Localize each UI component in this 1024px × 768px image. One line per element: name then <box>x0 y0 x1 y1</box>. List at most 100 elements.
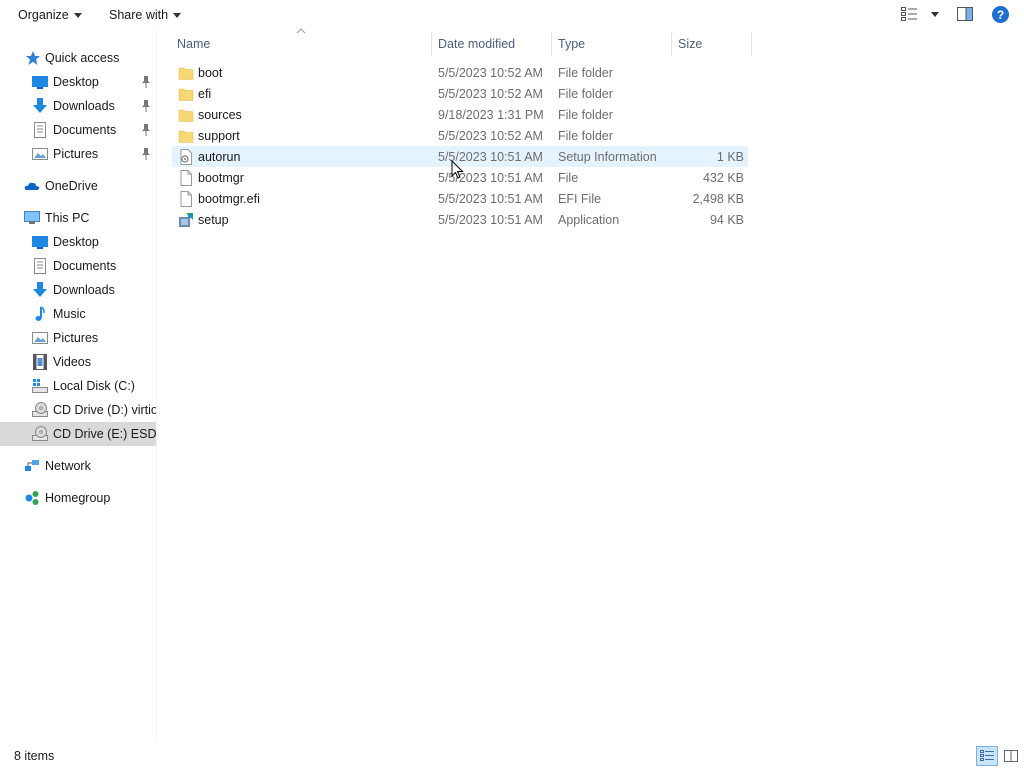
help-icon: ? <box>996 7 1005 22</box>
setup-info-icon <box>180 149 192 165</box>
nav-pc-cd-drive-d[interactable]: CD Drive (D:) virtio- <box>0 398 156 422</box>
nav-pc-downloads[interactable]: Downloads <box>0 278 156 302</box>
file-name: bootmgr.efi <box>198 191 260 206</box>
nav-quick-access[interactable]: Quick access <box>0 46 156 70</box>
file-date: 5/5/2023 10:52 AM <box>438 65 543 80</box>
file-type: EFI File <box>558 191 602 206</box>
file-date: 9/18/2023 1:31 PM <box>438 107 544 122</box>
pane-splitter[interactable] <box>156 30 157 742</box>
file-date: 5/5/2023 10:51 AM <box>438 191 543 206</box>
file-size: 94 KB <box>709 212 744 227</box>
file-row-setup[interactable]: setup 5/5/2023 10:51 AM Application 94 K… <box>172 209 748 230</box>
file-name: support <box>198 128 240 143</box>
file-name: autorun <box>198 149 241 164</box>
details-view-icon <box>901 7 917 21</box>
column-header-label: Name <box>177 37 211 51</box>
folder-icon <box>178 109 194 122</box>
nav-pc-videos[interactable]: Videos <box>0 350 156 374</box>
file-size: 432 KB <box>702 170 744 185</box>
nav-label: Network <box>45 459 91 473</box>
nav-quick-downloads[interactable]: Downloads <box>0 94 156 118</box>
file-size: 1 KB <box>716 149 744 164</box>
homegroup-icon <box>25 491 39 505</box>
chevron-down-icon[interactable] <box>931 12 939 17</box>
nav-label: Downloads <box>53 99 115 113</box>
nav-label: Downloads <box>53 283 115 297</box>
nav-label: Homegroup <box>45 491 111 505</box>
music-icon <box>35 306 45 321</box>
nav-label: Desktop <box>53 235 99 249</box>
folder-icon <box>178 130 194 143</box>
file-row-boot[interactable]: boot 5/5/2023 10:52 AM File folder <box>172 62 748 83</box>
column-header-label: Type <box>558 37 586 51</box>
file-date: 5/5/2023 10:52 AM <box>438 128 543 143</box>
share-with-label: Share with <box>109 8 169 22</box>
nav-quick-desktop[interactable]: Desktop <box>0 70 156 94</box>
navigation-pane: Quick access Desktop Downloads Documents <box>0 30 156 742</box>
nav-quick-documents[interactable]: Documents <box>0 118 156 142</box>
nav-label: Local Disk (C:) <box>53 379 135 393</box>
pin-icon[interactable] <box>141 99 151 113</box>
setup-app-icon <box>179 213 193 227</box>
file-icon <box>180 170 192 186</box>
file-row-support[interactable]: support 5/5/2023 10:52 AM File folder <box>172 125 748 146</box>
star-icon <box>26 51 40 65</box>
folder-icon <box>178 67 194 80</box>
details-view-icon <box>980 750 994 761</box>
nav-label: Videos <box>53 355 91 369</box>
organize-button[interactable]: Organize <box>18 6 82 24</box>
videos-icon <box>33 354 47 370</box>
pin-icon[interactable] <box>141 75 151 89</box>
column-divider[interactable] <box>671 32 672 56</box>
pin-icon[interactable] <box>141 147 151 161</box>
nav-pc-music[interactable]: Music <box>0 302 156 326</box>
nav-pc-documents[interactable]: Documents <box>0 254 156 278</box>
nav-homegroup[interactable]: Homegroup <box>0 486 156 510</box>
file-name: boot <box>198 65 223 80</box>
documents-icon <box>34 122 46 138</box>
file-date: 5/5/2023 10:51 AM <box>438 212 543 227</box>
chevron-down-icon <box>173 13 182 18</box>
preview-pane-button[interactable] <box>957 7 973 24</box>
pictures-icon <box>32 148 48 160</box>
nav-label: This PC <box>45 211 90 225</box>
nav-label: Desktop <box>53 75 99 89</box>
nav-quick-pictures[interactable]: Pictures <box>0 142 156 166</box>
details-view-button[interactable] <box>976 746 998 766</box>
column-header-label: Size <box>678 37 703 51</box>
downloads-icon <box>33 98 47 113</box>
nav-onedrive[interactable]: OneDrive <box>0 174 156 198</box>
nav-label: OneDrive <box>45 179 98 193</box>
nav-label: CD Drive (D:) virtio- <box>53 403 156 417</box>
nav-this-pc[interactable]: This PC <box>0 206 156 230</box>
nav-pc-desktop[interactable]: Desktop <box>0 230 156 254</box>
nav-network[interactable]: Network <box>0 454 156 478</box>
desktop-icon <box>32 236 48 249</box>
nav-pc-pictures[interactable]: Pictures <box>0 326 156 350</box>
column-header-date[interactable]: Date modified <box>438 32 550 56</box>
nav-pc-local-disk[interactable]: Local Disk (C:) <box>0 374 156 398</box>
file-type: Setup Information <box>558 149 657 164</box>
column-divider[interactable] <box>751 32 752 56</box>
file-row-sources[interactable]: sources 9/18/2023 1:31 PM File folder <box>172 104 748 125</box>
mouse-cursor-icon <box>451 160 464 179</box>
nav-pc-cd-drive-e[interactable]: CD Drive (E:) ESD-IS <box>0 422 156 446</box>
file-row-efi[interactable]: efi 5/5/2023 10:52 AM File folder <box>172 83 748 104</box>
desktop-icon <box>32 76 48 89</box>
change-view-button[interactable] <box>901 7 939 21</box>
file-size: 2,498 KB <box>692 191 744 206</box>
file-name: sources <box>198 107 242 122</box>
share-with-button[interactable]: Share with <box>109 6 182 24</box>
column-header-type[interactable]: Type <box>558 32 670 56</box>
file-type: File folder <box>558 86 613 101</box>
column-header-size[interactable]: Size <box>678 32 748 56</box>
large-icons-view-button[interactable] <box>1001 746 1021 766</box>
nav-label: Documents <box>53 123 117 137</box>
file-name: bootmgr <box>198 170 244 185</box>
pin-icon[interactable] <box>141 123 151 137</box>
column-header-name[interactable]: Name <box>177 32 431 56</box>
column-divider[interactable] <box>431 32 432 56</box>
help-button[interactable]: ? <box>992 6 1009 23</box>
column-divider[interactable] <box>551 32 552 56</box>
file-row-bootmgr-efi[interactable]: bootmgr.efi 5/5/2023 10:51 AM EFI File 2… <box>172 188 748 209</box>
